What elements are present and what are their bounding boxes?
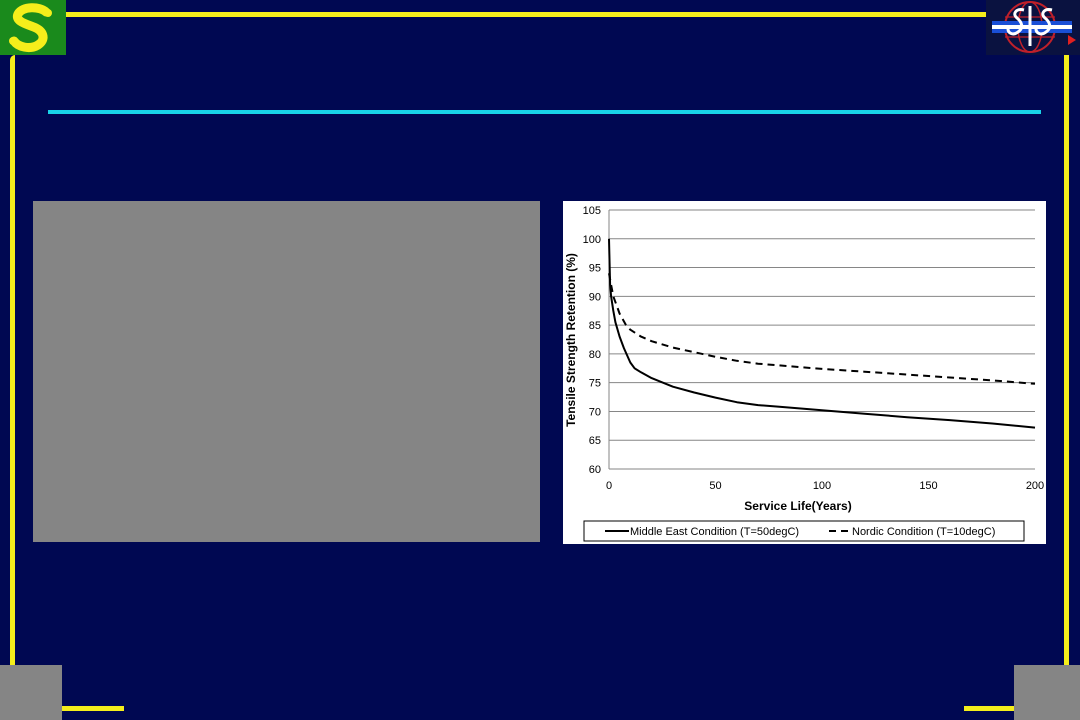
- x-tick-label: 50: [709, 480, 721, 492]
- x-tick-label: 200: [1026, 480, 1044, 492]
- image-placeholder: [33, 201, 540, 542]
- y-tick-label: 100: [583, 234, 601, 246]
- title-underline: [48, 110, 1041, 114]
- legend-label-middle-east: Middle East Condition (T=50degC): [630, 526, 799, 538]
- axes: [608, 210, 1035, 470]
- y-tick-label: 95: [589, 263, 601, 275]
- y-tick-label: 75: [589, 378, 601, 390]
- frame-left-bar: [10, 55, 15, 665]
- x-tick-label: 100: [813, 480, 831, 492]
- y-tick-label: 70: [589, 406, 601, 418]
- y-tick-label: 90: [589, 291, 601, 303]
- chart-panel: 60 65 70 75 80 85 90 95 100 105 0 50 100 150 200 Serv…: [563, 201, 1046, 544]
- frame-right-bar: [1064, 55, 1069, 665]
- y-tick-label: 80: [589, 349, 601, 361]
- x-tick-label: 0: [606, 480, 612, 492]
- y-tick-label: 105: [583, 205, 601, 217]
- stylized-s-logo-icon: [0, 0, 66, 55]
- gridlines: [609, 209, 1035, 441]
- frame-bottom-right-bar: [964, 706, 1014, 711]
- series-line-nordic: [608, 273, 1036, 385]
- legend-label-nordic: Nordic Condition (T=10degC): [852, 526, 995, 538]
- line-chart: 60 65 70 75 80 85 90 95 100 105 0 50 100 150 200 Serv…: [564, 205, 1044, 542]
- x-tick-label: 150: [919, 480, 937, 492]
- y-axis-title: Tensile Strength Retention (%): [564, 253, 578, 427]
- x-tick-labels: 0 50 100 150 200: [606, 480, 1044, 492]
- frame-bottom-left-bar: [62, 706, 124, 711]
- y-tick-label: 60: [589, 464, 601, 476]
- corner-block-left: [0, 665, 62, 720]
- sis-globe-logo-icon: [986, 0, 1080, 55]
- corner-block-right: [1014, 665, 1080, 720]
- frame-top-bar: [66, 12, 986, 17]
- x-axis-title: Service Life(Years): [744, 499, 851, 513]
- y-tick-labels: 60 65 70 75 80 85 90 95 100 105: [583, 205, 601, 476]
- legend: Middle East Condition (T=50degC) Nordic …: [583, 520, 1025, 542]
- y-tick-label: 65: [589, 435, 601, 447]
- y-tick-label: 85: [589, 320, 601, 332]
